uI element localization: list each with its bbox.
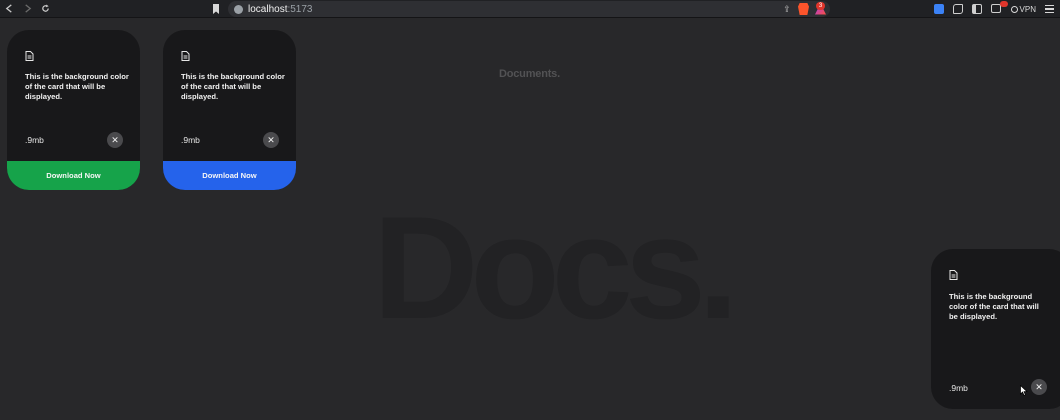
url-port: :5173 [287,3,313,15]
close-button[interactable]: ✕ [107,132,123,148]
mouse-cursor-icon [1020,385,1028,396]
card-description: This is the background color of the card… [181,72,285,101]
section-title: Documents. [499,68,560,80]
file-size: .9mb [25,135,44,145]
globe-icon [1010,5,1018,13]
bookmark-icon[interactable] [210,3,222,15]
close-button[interactable]: ✕ [1031,379,1047,395]
site-info-icon[interactable] [234,4,243,14]
toolbar-right: VPN [933,1,1054,16]
rewards-badge: 3 [816,2,825,10]
vpn-button[interactable]: VPN [1010,4,1036,14]
document-card[interactable]: This is the background color of the card… [163,30,296,190]
wallet-icon-body [990,4,1001,13]
document-icon [25,51,34,61]
close-button[interactable]: ✕ [263,132,279,148]
browser-toolbar: localhost:5173 ⇪ 3 VPN [0,0,1060,18]
page-content: Docs. Documents. This is the background … [0,19,1060,420]
document-icon [181,51,190,61]
download-button[interactable]: Download Now [7,161,140,190]
vpn-label: VPN [1019,4,1036,14]
document-icon [949,270,958,280]
share-icon[interactable]: ⇪ [782,4,792,14]
sidebar-icon[interactable] [971,4,982,14]
extension-icon[interactable] [933,4,944,14]
puzzle-icon[interactable] [952,4,963,14]
card-description: This is the background color of the card… [949,292,1039,321]
file-size: .9mb [181,135,200,145]
wallet-icon[interactable] [990,1,1008,14]
wallet-badge [999,1,1008,7]
download-button[interactable]: Download Now [163,161,296,190]
url-host: localhost [248,3,288,15]
document-card[interactable]: This is the background color of the card… [931,249,1060,409]
address-bar[interactable]: localhost:5173 ⇪ [228,1,830,17]
docs-watermark: Docs. [373,186,739,349]
card-description: This is the background color of the card… [25,72,129,101]
brave-shields-icon[interactable] [798,3,809,15]
menu-icon[interactable] [1045,5,1054,13]
reload-icon[interactable] [36,0,54,18]
document-card[interactable]: This is the background color of the card… [7,30,140,190]
file-size: .9mb [949,383,968,393]
back-icon[interactable] [0,0,18,18]
forward-icon[interactable] [18,0,36,18]
